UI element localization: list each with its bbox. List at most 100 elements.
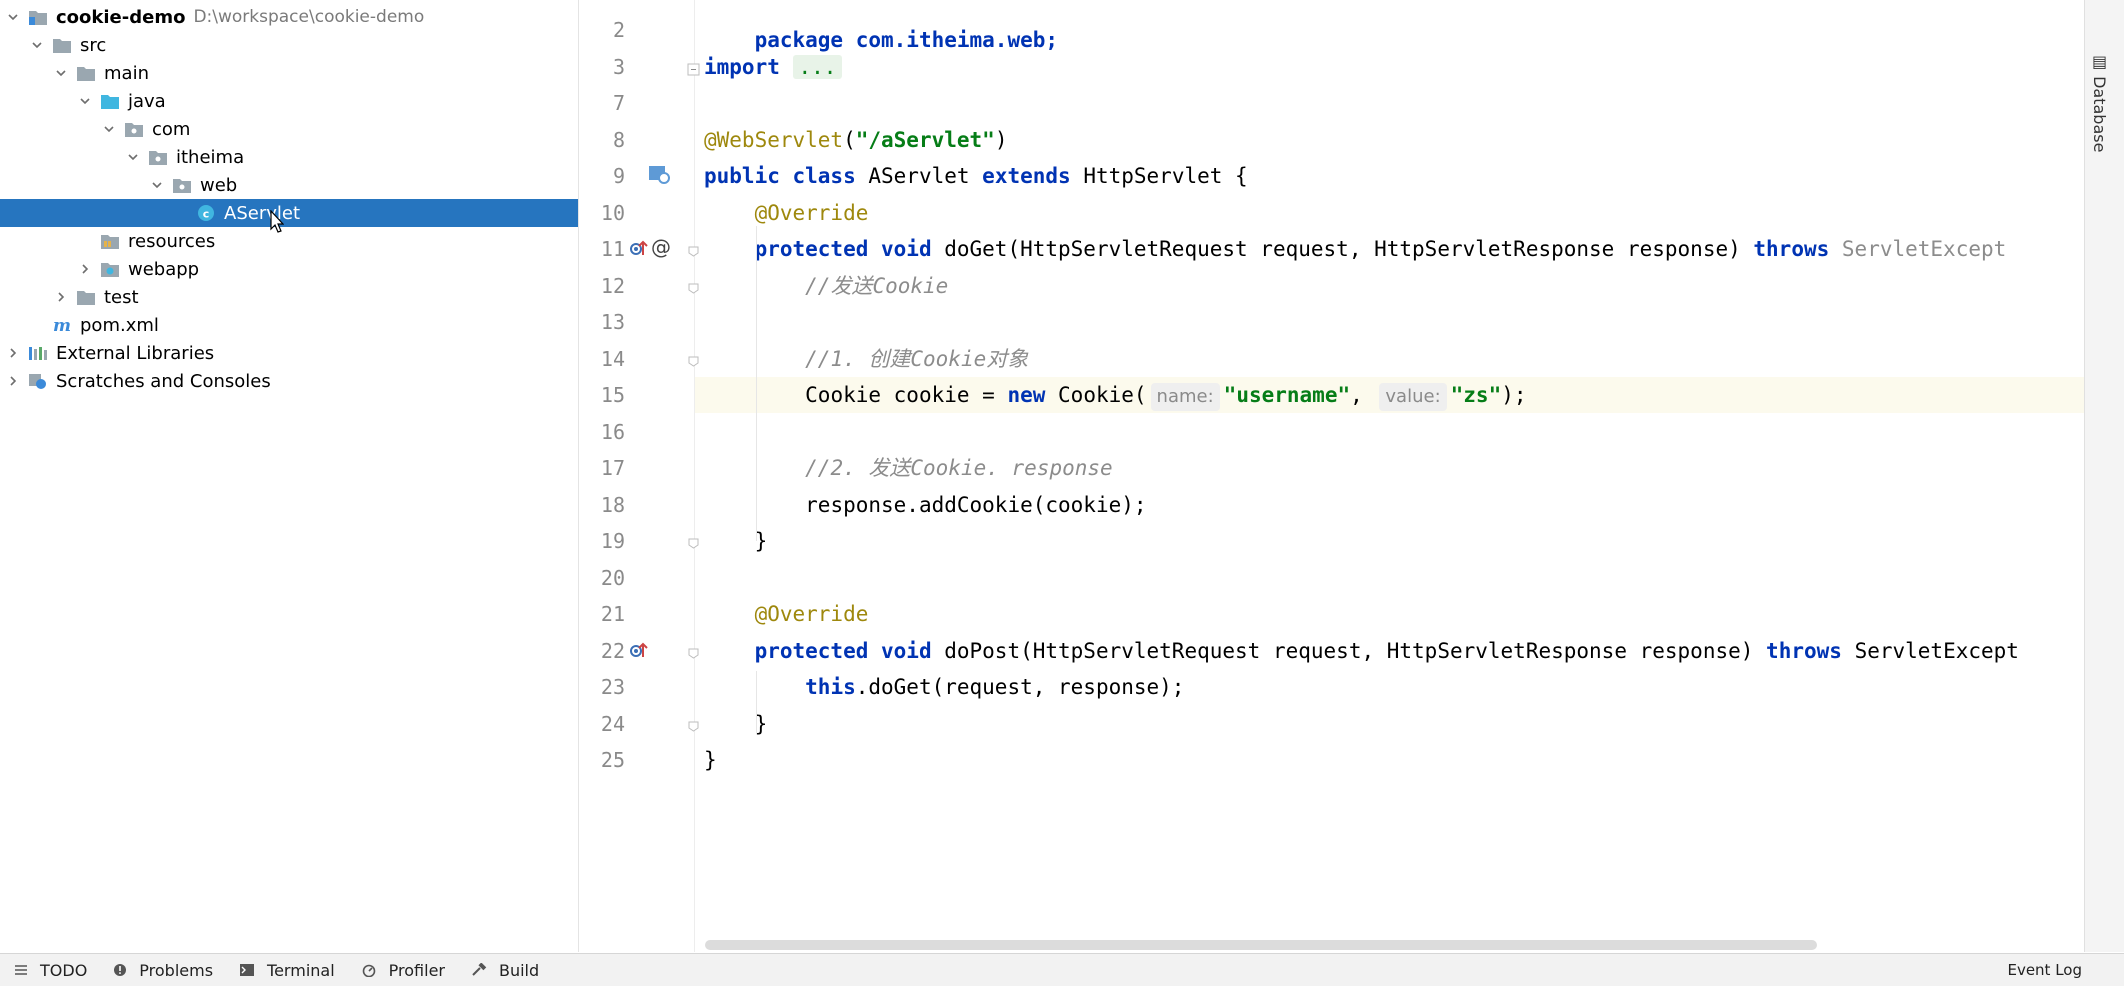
fold-marker-icon[interactable] — [687, 243, 700, 262]
fold-marker-icon[interactable] — [687, 61, 700, 80]
code-line[interactable]: Cookie cookie = new Cookie(name: "usernam… — [704, 377, 1527, 413]
chevron-down-icon[interactable] — [52, 64, 70, 82]
code-line[interactable]: protected void doPost(HttpServletRequest… — [704, 633, 2019, 669]
fold-marker-icon[interactable] — [687, 353, 700, 372]
line-number[interactable]: 24 — [579, 706, 625, 742]
code-token: "zs" — [1450, 383, 1502, 407]
line-number[interactable]: 23 — [579, 669, 625, 705]
tree-item-itheima[interactable]: itheima — [0, 143, 578, 171]
code-line[interactable]: } — [704, 523, 768, 559]
code-token: } — [704, 711, 768, 736]
tree-item-test[interactable]: test — [0, 283, 578, 311]
code-line[interactable]: import ... — [704, 49, 843, 85]
code-line[interactable]: } — [704, 742, 717, 778]
code-token: protected void — [754, 237, 945, 261]
code-line[interactable]: protected void doGet(HttpServletRequest … — [704, 231, 2007, 267]
database-label: Database — [2090, 76, 2109, 153]
tree-item-scratches-and-consoles[interactable]: Scratches and Consoles — [0, 367, 578, 395]
code-editor[interactable]: 2 3 7 8 9 10 11 12 13 14 15 16 17 18 19 20 21 22 23 24 25 @ p… — [579, 0, 2124, 952]
override-method-icon[interactable] — [629, 641, 653, 665]
line-number[interactable]: 18 — [579, 487, 625, 523]
tree-item-label: Scratches and Consoles — [56, 370, 271, 392]
code-line[interactable]: this.doGet(request, response); — [704, 669, 1184, 705]
tree-item-label: web — [200, 174, 238, 196]
code-token: //2. 发送Cookie. response — [805, 456, 1113, 480]
line-number[interactable]: 13 — [579, 304, 625, 340]
line-number[interactable]: 25 — [579, 742, 625, 778]
tool-button-terminal[interactable]: Terminal — [239, 961, 335, 980]
tree-item-external-libraries[interactable]: External Libraries — [0, 339, 578, 367]
list-icon — [14, 963, 34, 977]
tree-item-aservlet[interactable]: c AServlet — [0, 199, 578, 227]
chevron-down-icon[interactable] — [124, 148, 142, 166]
line-number[interactable]: 15 — [579, 377, 625, 413]
line-number[interactable]: 11 — [579, 231, 625, 267]
indent-guide — [756, 671, 757, 734]
code-line[interactable]: } — [704, 706, 768, 742]
fold-marker-icon[interactable] — [687, 535, 700, 554]
tree-item-web[interactable]: web — [0, 171, 578, 199]
profiler-icon — [361, 963, 383, 977]
code-token: throws — [1766, 638, 1855, 663]
event-log-button[interactable]: Event Log — [2007, 961, 2082, 979]
override-method-icon[interactable] — [629, 239, 653, 263]
tree-item-com[interactable]: com — [0, 115, 578, 143]
line-number[interactable]: 10 — [579, 195, 625, 231]
code-line[interactable]: //1. 创建Cookie对象 — [704, 341, 1028, 377]
chevron-down-icon[interactable] — [148, 176, 166, 194]
folded-imports[interactable]: ... — [792, 54, 843, 79]
line-number[interactable]: 21 — [579, 596, 625, 632]
tool-button-profiler[interactable]: Profiler — [361, 961, 445, 980]
tree-item-pom-xml[interactable]: m pom.xml — [0, 311, 578, 339]
code-line[interactable]: //2. 发送Cookie. response — [704, 450, 1113, 486]
line-number[interactable]: 12 — [579, 268, 625, 304]
code-line[interactable]: @WebServlet("/aServlet") — [704, 122, 1007, 158]
tree-item-resources[interactable]: resources — [0, 227, 578, 255]
tool-button-problems[interactable]: Problems — [113, 961, 213, 980]
code-token: ) — [994, 127, 1008, 152]
tree-item-cookie-demo[interactable]: cookie-demo D:\workspace\cookie-demo — [0, 3, 578, 31]
chevron-down-icon[interactable] — [100, 120, 118, 138]
tree-item-src[interactable]: src — [0, 31, 578, 59]
line-number[interactable]: 20 — [579, 560, 625, 596]
fold-marker-icon[interactable] — [687, 280, 700, 299]
chevron-down-icon[interactable] — [4, 8, 22, 26]
package-icon — [172, 176, 192, 194]
line-number[interactable]: 16 — [579, 414, 625, 450]
code-line[interactable]: response.addCookie(cookie); — [704, 487, 1146, 523]
fold-marker-icon[interactable] — [687, 645, 700, 664]
code-line[interactable]: //发送Cookie — [704, 268, 948, 304]
line-number[interactable]: 7 — [579, 85, 625, 121]
chevron-down-icon[interactable] — [28, 36, 46, 54]
chevron-down-icon[interactable] — [76, 92, 94, 110]
at-annotation-icon[interactable]: @ — [651, 235, 671, 259]
servlet-mapping-icon[interactable] — [647, 163, 673, 191]
chevron-right-icon[interactable] — [76, 260, 94, 278]
line-number[interactable]: 3 — [579, 49, 625, 85]
code-line[interactable]: @Override — [704, 195, 869, 231]
tool-button-build[interactable]: Build — [471, 961, 539, 980]
database-tool-button[interactable]: ▤ Database — [2090, 52, 2109, 152]
tree-item-label: resources — [128, 230, 216, 252]
fold-marker-icon[interactable] — [687, 718, 700, 737]
tree-item-java[interactable]: java — [0, 87, 578, 115]
tool-button-todo[interactable]: TODO — [14, 961, 87, 980]
chevron-right-icon[interactable] — [4, 344, 22, 362]
line-number[interactable]: 19 — [579, 523, 625, 559]
package-icon — [124, 120, 144, 138]
line-number[interactable]: 2 — [579, 12, 625, 48]
chevron-right-icon[interactable] — [52, 288, 70, 306]
code-line[interactable]: @Override — [704, 596, 869, 632]
horizontal-scrollbar[interactable] — [705, 940, 1817, 950]
tree-item-main[interactable]: main — [0, 59, 578, 87]
line-number[interactable]: 22 — [579, 633, 625, 669]
line-number[interactable]: 9 — [579, 158, 625, 194]
line-number[interactable]: 8 — [579, 122, 625, 158]
chevron-right-icon[interactable] — [4, 372, 22, 390]
tree-item-webapp[interactable]: webapp — [0, 255, 578, 283]
line-number[interactable]: 17 — [579, 450, 625, 486]
line-number[interactable]: 14 — [579, 341, 625, 377]
code-line[interactable]: public class AServlet extends HttpServle… — [704, 158, 1248, 194]
